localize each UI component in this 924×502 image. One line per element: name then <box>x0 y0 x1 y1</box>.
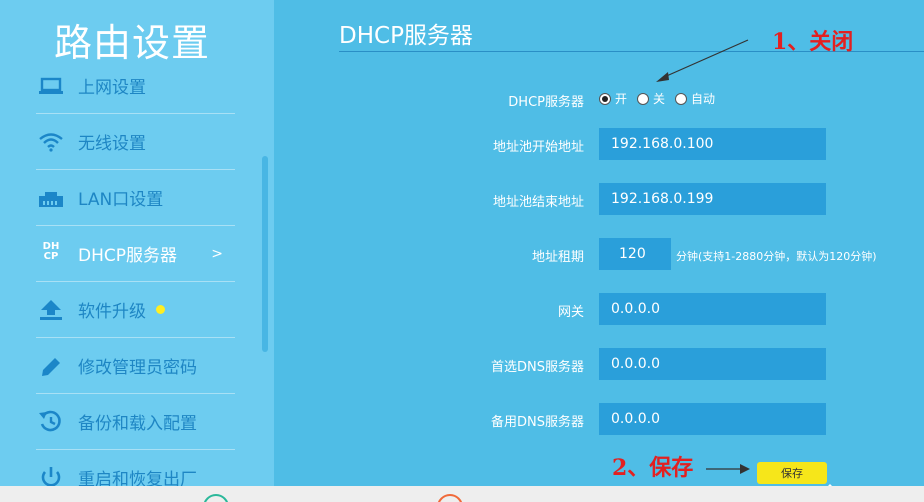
annotation-step2: 2、保存 <box>612 455 694 481</box>
sidebar-item-backup[interactable]: 备份和载入配置 <box>36 394 235 450</box>
annotation-step1: 1、关闭 <box>772 29 854 55</box>
dhcp-auto-radio[interactable]: 自动 <box>675 90 715 107</box>
lan-port-icon <box>36 186 66 210</box>
sidebar-item-label: 软件升级 <box>78 302 146 322</box>
radio-unselected-icon <box>637 92 650 105</box>
gateway-label: 网关 <box>557 305 584 320</box>
dns-secondary-input[interactable]: 0.0.0.0 <box>599 403 826 435</box>
dns-primary-label: 首选DNS服务器 <box>491 360 584 375</box>
radio-selected-icon <box>599 92 611 105</box>
laptop-icon <box>36 74 66 98</box>
upload-icon <box>36 298 66 322</box>
lease-input[interactable]: 120 <box>599 238 671 270</box>
sidebar-item-label: 无线设置 <box>78 134 146 154</box>
dhcp-radio-group: 开 关 自动 <box>599 90 725 107</box>
dns-primary-input[interactable]: 0.0.0.0 <box>599 348 826 380</box>
sidebar-item-dhcp[interactable]: DH CP DHCP服务器 > <box>36 226 235 282</box>
pencil-icon <box>36 354 66 378</box>
sidebar-item-label: DHCP服务器 <box>78 246 177 266</box>
page-title: DHCP服务器 <box>339 23 473 49</box>
sidebar-item-upgrade[interactable]: 软件升级 <box>36 282 235 338</box>
pool-end-input[interactable]: 192.168.0.199 <box>599 183 826 215</box>
sidebar-item-label: 修改管理员密码 <box>78 358 197 378</box>
sidebar-item-label: 备份和载入配置 <box>78 414 197 434</box>
radio-label: 开 <box>615 92 628 106</box>
wifi-icon <box>36 130 66 154</box>
pool-end-label: 地址池结束地址 <box>492 195 584 210</box>
bottom-bar <box>0 486 924 502</box>
pool-start-label: 地址池开始地址 <box>492 140 584 155</box>
pool-start-input[interactable]: 192.168.0.100 <box>599 128 826 160</box>
update-badge <box>156 305 165 314</box>
radio-label: 关 <box>653 92 666 106</box>
sidebar-item-lan[interactable]: LAN口设置 <box>36 170 235 226</box>
chevron-right-icon: > <box>211 245 223 262</box>
radio-unselected-icon <box>675 92 688 105</box>
dhcp-label: DHCP服务器 <box>508 95 584 110</box>
sidebar-scrollbar[interactable] <box>262 156 268 352</box>
radio-label: 自动 <box>691 92 716 106</box>
sidebar-item-password[interactable]: 修改管理员密码 <box>36 338 235 394</box>
sidebar-item-label: LAN口设置 <box>78 190 164 210</box>
lease-label: 地址租期 <box>531 250 584 265</box>
lease-hint: 分钟(支持1-2880分钟，默认为120分钟) <box>676 250 877 263</box>
dhcp-on-radio[interactable]: 开 <box>599 90 627 107</box>
sidebar: 路由设置 上网设置 无线设置 LAN口设置 DH CP DHCP服务器 > 软件… <box>0 0 274 502</box>
main-panel: DHCP服务器 DHCP服务器 开 关 自动 地址池开始地址 192.168.0… <box>274 0 924 502</box>
gateway-input[interactable]: 0.0.0.0 <box>599 293 826 325</box>
sidebar-item-wireless[interactable]: 无线设置 <box>36 114 235 170</box>
sidebar-item-label: 上网设置 <box>78 78 146 98</box>
dhcp-icon: DH CP <box>42 240 60 262</box>
save-button[interactable]: 保存 <box>757 462 827 484</box>
sidebar-item-internet[interactable]: 上网设置 <box>36 58 235 114</box>
dns-secondary-label: 备用DNS服务器 <box>491 415 584 430</box>
restore-icon <box>36 410 66 434</box>
dhcp-off-radio[interactable]: 关 <box>637 90 665 107</box>
